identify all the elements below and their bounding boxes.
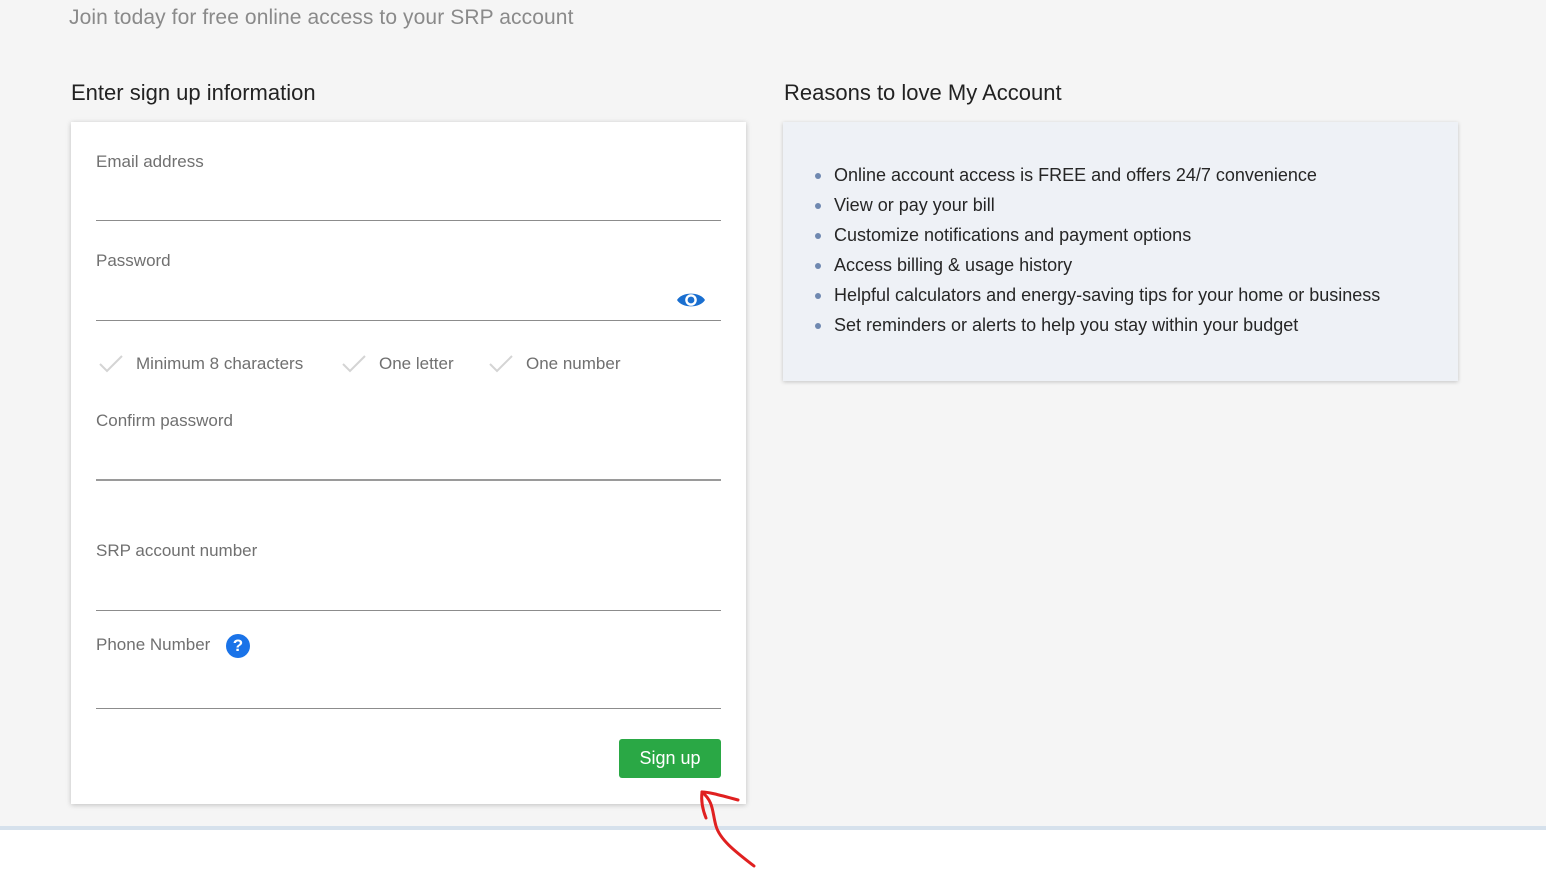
email-underline: [96, 220, 721, 221]
phone-label: Phone Number: [96, 635, 211, 654]
password-label: Password: [96, 251, 171, 270]
list-item: Set reminders or alerts to help you stay…: [815, 310, 1380, 340]
check-icon: [342, 355, 366, 373]
list-item: Access billing & usage history: [815, 250, 1380, 280]
signup-page: Join today for free online access to you…: [0, 0, 1546, 869]
help-icon[interactable]: ?: [226, 634, 250, 658]
email-field[interactable]: [96, 188, 676, 218]
account-number-underline: [96, 610, 721, 611]
reasons-card: Online account access is FREE and offers…: [783, 122, 1458, 381]
signup-button[interactable]: Sign up: [619, 739, 721, 778]
password-field[interactable]: [96, 287, 676, 317]
requirement-number: One number: [488, 354, 621, 374]
signup-form-card: Email address Password Minimum 8 charact…: [71, 122, 746, 804]
requirement-letter: One letter: [341, 354, 454, 374]
eye-icon[interactable]: [676, 290, 706, 310]
reasons-list: Online account access is FREE and offers…: [815, 160, 1380, 340]
list-item: Online account access is FREE and offers…: [815, 160, 1380, 190]
footer-band: [0, 826, 1546, 869]
confirm-password-field[interactable]: [96, 446, 676, 476]
account-number-label: SRP account number: [96, 541, 258, 560]
requirement-label: Minimum 8 characters: [136, 354, 304, 373]
account-number-field[interactable]: [96, 577, 676, 607]
annotation-arrow: [700, 790, 756, 868]
phone-underline: [96, 708, 721, 709]
form-heading: Enter sign up information: [71, 80, 316, 105]
list-item: Helpful calculators and energy-saving ti…: [815, 280, 1380, 310]
page-subtitle: Join today for free online access to you…: [69, 6, 574, 29]
reasons-heading: Reasons to love My Account: [784, 80, 1062, 105]
list-item: View or pay your bill: [815, 190, 1380, 220]
phone-field[interactable]: [96, 675, 676, 705]
password-underline: [96, 320, 721, 321]
check-icon: [99, 355, 123, 373]
list-item: Customize notifications and payment opti…: [815, 220, 1380, 250]
requirement-min-length: Minimum 8 characters: [98, 354, 303, 374]
confirm-password-label: Confirm password: [96, 411, 233, 430]
requirement-label: One number: [526, 354, 621, 373]
check-icon: [489, 355, 513, 373]
confirm-password-underline: [96, 479, 721, 481]
requirement-label: One letter: [379, 354, 454, 373]
email-label: Email address: [96, 152, 204, 171]
